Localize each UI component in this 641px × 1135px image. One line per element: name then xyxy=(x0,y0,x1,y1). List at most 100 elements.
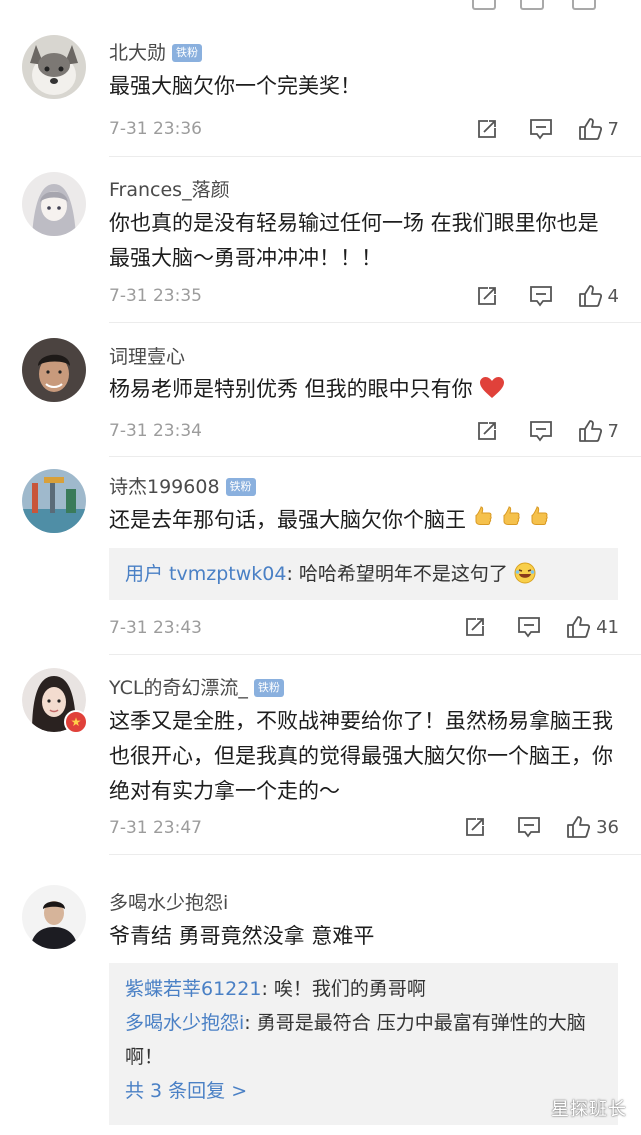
laughing-emoji-icon xyxy=(514,562,536,584)
username-text[interactable]: YCL的奇幻漂流_ xyxy=(109,677,248,699)
like-count: 36 xyxy=(596,816,619,838)
like-count: 41 xyxy=(596,616,619,638)
share-button[interactable] xyxy=(474,418,500,444)
verified-badge-icon: ★ xyxy=(64,710,88,734)
fan-badge: 铁粉 xyxy=(225,478,256,496)
comment-text-content: 还是去年那句话，最强大脑欠你个脑王 xyxy=(109,508,466,532)
share-button[interactable] xyxy=(462,814,488,840)
username[interactable]: Frances_落颜 xyxy=(109,175,230,202)
username[interactable]: 多喝水少抱怨i xyxy=(109,888,228,915)
share-icon xyxy=(477,422,496,440)
comment-icon xyxy=(529,421,552,442)
like-icon xyxy=(578,285,602,307)
comment-icon xyxy=(518,617,540,638)
comment-actions: 41 xyxy=(434,614,619,640)
comment-icon[interactable] xyxy=(520,0,544,10)
comment-text: 杨易老师是特别优秀 但我的眼中只有你 xyxy=(109,372,619,407)
comment-icon xyxy=(529,286,552,307)
fan-badge: 铁粉 xyxy=(253,679,284,697)
comment-text: 你也真的是没有轻易输过任何一场 在我们眼里你也是最强大脑～勇哥冲冲冲！！！ xyxy=(109,211,599,270)
like-icon xyxy=(567,816,591,838)
username[interactable]: 词理壹心 xyxy=(109,342,185,369)
comment-actions: 7 xyxy=(446,418,619,444)
like-icon xyxy=(567,616,591,638)
comment-time: 7-31 23:43 xyxy=(109,618,202,638)
divider xyxy=(109,456,641,457)
reply-button[interactable] xyxy=(516,614,542,640)
like-button[interactable]: 4 xyxy=(578,284,619,308)
username-text[interactable]: Frances_落颜 xyxy=(109,179,230,201)
comment-text-content: 杨易老师是特别优秀 但我的眼中只有你 xyxy=(109,377,473,401)
share-button[interactable] xyxy=(474,283,500,309)
share-icon xyxy=(477,120,496,138)
like-count: 7 xyxy=(607,420,619,442)
reply-text: : 唉！我们的勇哥啊 xyxy=(261,978,426,1000)
share-button[interactable] xyxy=(474,116,500,142)
like-count: 7 xyxy=(607,118,619,140)
share-button[interactable] xyxy=(462,614,488,640)
watermark: 星探班长 xyxy=(551,1099,627,1120)
more-replies-link[interactable]: 共 3 条回复 > xyxy=(125,1074,602,1108)
username[interactable]: YCL的奇幻漂流_ 铁粉 xyxy=(109,673,284,700)
avatar[interactable] xyxy=(22,469,86,533)
reply-box[interactable]: 用户 tvmzptwk04: 哈哈希望明年不是这句了 xyxy=(109,548,618,600)
previous-comment-actions xyxy=(0,0,641,18)
username-text[interactable]: 北大勋 xyxy=(109,42,166,64)
like-icon[interactable] xyxy=(572,0,596,10)
reply-username[interactable]: 用户 tvmzptwk04 xyxy=(125,563,286,585)
comment-icon xyxy=(518,817,540,838)
reply-button[interactable] xyxy=(516,814,542,840)
like-button[interactable]: 36 xyxy=(566,815,619,839)
heart-emoji-icon xyxy=(479,377,504,398)
share-icon xyxy=(477,287,496,305)
reply-box[interactable]: 紫蝶若莘61221: 唉！我们的勇哥啊 多喝水少抱怨i: 勇哥是最符合 压力中最… xyxy=(109,963,618,1125)
divider xyxy=(109,322,641,323)
reply-button[interactable] xyxy=(528,116,554,142)
reply-username[interactable]: 多喝水少抱怨i xyxy=(125,1012,244,1034)
comment-icon xyxy=(529,119,552,140)
comment-time: 7-31 23:47 xyxy=(109,818,202,838)
comment-time: 7-31 23:36 xyxy=(109,119,202,139)
reply-button[interactable] xyxy=(528,283,554,309)
avatar[interactable] xyxy=(22,35,86,99)
username-text[interactable]: 多喝水少抱怨i xyxy=(109,892,228,914)
like-button[interactable]: 41 xyxy=(566,615,619,639)
avatar[interactable] xyxy=(22,885,86,949)
like-button[interactable]: 7 xyxy=(578,419,619,443)
comment-actions: 4 xyxy=(446,283,619,309)
reply-item: 紫蝶若莘61221: 唉！我们的勇哥啊 xyxy=(125,972,602,1006)
thumbs-up-emoji-icon xyxy=(531,506,548,525)
reply-button[interactable] xyxy=(528,418,554,444)
comment-text: 这季又是全胜，不败战神要给你了！虽然杨易拿脑王我也很开心，但是我真的觉得最强大脑… xyxy=(109,709,613,803)
share-icon xyxy=(466,818,484,836)
thumbs-up-emoji-icon xyxy=(475,506,492,525)
divider xyxy=(109,156,641,157)
comment-actions: 36 xyxy=(434,814,619,840)
reply-username[interactable]: 紫蝶若莘61221 xyxy=(125,978,261,1000)
username-text[interactable]: 诗杰199608 xyxy=(109,476,220,498)
like-icon xyxy=(578,118,602,140)
like-button[interactable]: 7 xyxy=(578,117,619,141)
fan-badge: 铁粉 xyxy=(172,44,203,62)
thumbs-up-emoji-icon xyxy=(503,506,520,525)
reply-item: 多喝水少抱怨i: 勇哥是最符合 压力中最富有弹性的大脑啊！ xyxy=(125,1006,602,1074)
like-icon xyxy=(578,420,602,442)
username[interactable]: 北大勋 铁粉 xyxy=(109,38,203,65)
comment-text: 还是去年那句话，最强大脑欠你个脑王 xyxy=(109,503,619,538)
reply-text: : 哈哈希望明年不是这句了 xyxy=(286,563,508,585)
avatar[interactable] xyxy=(22,172,86,236)
avatar[interactable] xyxy=(22,338,86,402)
share-icon[interactable] xyxy=(472,0,496,10)
like-count: 4 xyxy=(607,285,619,307)
username[interactable]: 诗杰199608 铁粉 xyxy=(109,472,256,499)
comment-text: 最强大脑欠你一个完美奖！ xyxy=(109,74,361,98)
avatar[interactable]: ★ xyxy=(22,668,88,734)
comment-time: 7-31 23:34 xyxy=(109,421,202,441)
comment-text: 爷青结 勇哥竟然没拿 意难平 xyxy=(109,924,375,948)
share-icon xyxy=(466,618,484,636)
comment-actions: 7 xyxy=(446,116,619,142)
username-text[interactable]: 词理壹心 xyxy=(109,346,185,368)
divider xyxy=(109,854,641,855)
divider xyxy=(109,654,641,655)
comment-time: 7-31 23:35 xyxy=(109,286,202,306)
